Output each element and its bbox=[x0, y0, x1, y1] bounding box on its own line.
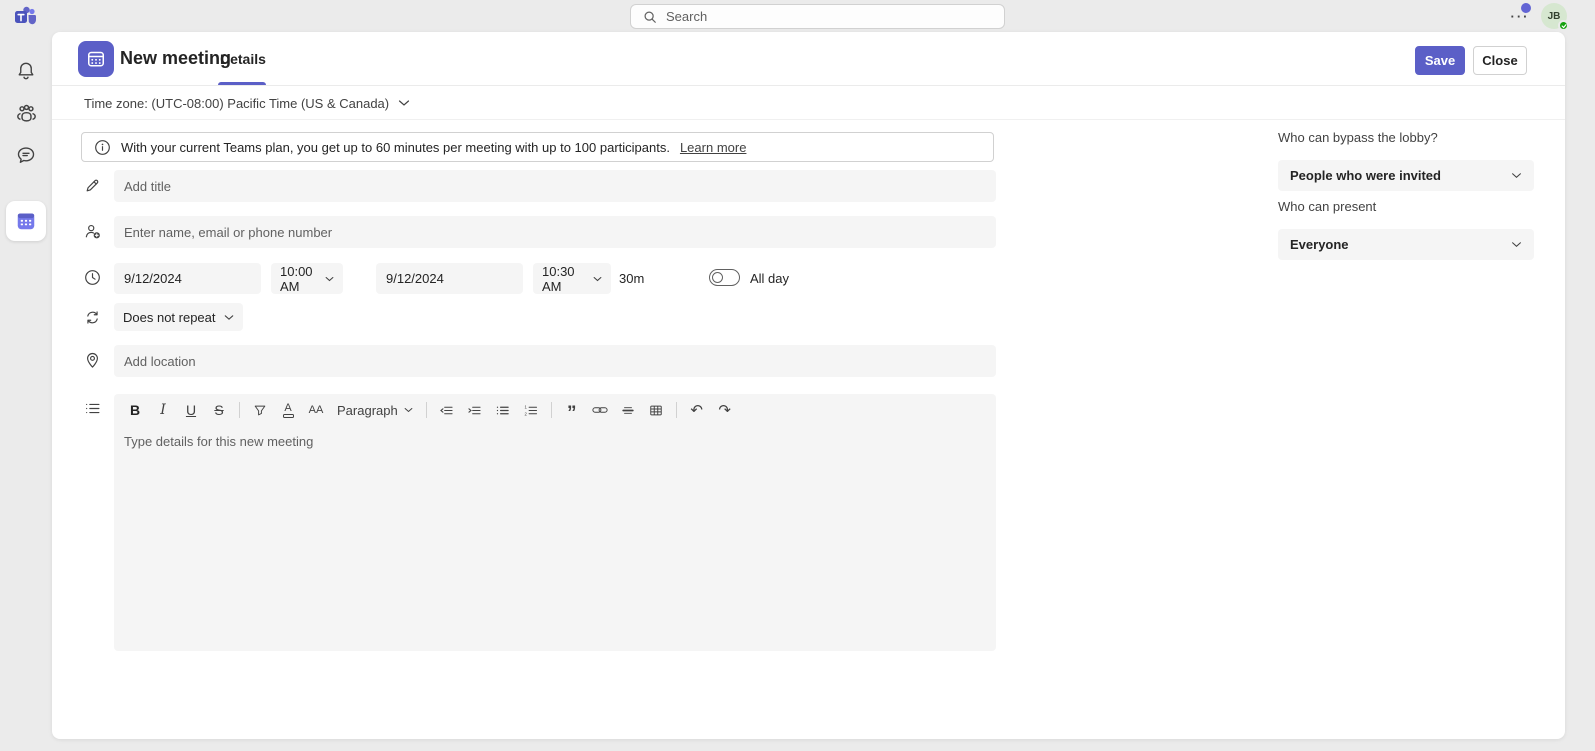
toolbar-divider bbox=[426, 402, 427, 418]
end-time-value: 10:30 AM bbox=[542, 264, 593, 294]
attendees-field[interactable] bbox=[114, 216, 996, 248]
end-date-input[interactable] bbox=[376, 263, 523, 294]
lobby-dropdown[interactable]: People who were invited bbox=[1278, 160, 1534, 191]
highlight-button[interactable] bbox=[247, 398, 273, 422]
info-icon bbox=[94, 139, 111, 156]
blockquote-button[interactable]: ” bbox=[559, 398, 585, 422]
font-size-button[interactable]: AA bbox=[303, 398, 329, 422]
learn-more-link[interactable]: Learn more bbox=[680, 140, 746, 155]
details-textarea[interactable]: Type details for this new meeting bbox=[114, 424, 996, 644]
avatar-initials: JB bbox=[1548, 11, 1561, 22]
table-button[interactable] bbox=[643, 398, 669, 422]
duration-label: 30m bbox=[619, 271, 644, 286]
calendar-icon bbox=[15, 210, 37, 232]
toolbar-divider bbox=[239, 402, 240, 418]
details-editor: B I U S A AA Paragraph bbox=[114, 394, 996, 651]
pencil-icon bbox=[84, 177, 102, 195]
location-input[interactable] bbox=[114, 345, 996, 377]
svg-text:1: 1 bbox=[525, 404, 528, 409]
location-pin-icon bbox=[84, 352, 102, 370]
meeting-header: New meeting Details Save Close bbox=[52, 32, 1565, 86]
person-add-icon bbox=[84, 223, 102, 241]
close-button[interactable]: Close bbox=[1473, 46, 1527, 75]
title-input[interactable] bbox=[114, 170, 996, 202]
italic-button[interactable]: I bbox=[150, 398, 176, 422]
rail-item-activity[interactable] bbox=[0, 50, 52, 92]
rail-item-community[interactable] bbox=[0, 92, 52, 134]
chevron-down-icon bbox=[1511, 172, 1522, 179]
timezone-selector[interactable]: Time zone: (UTC-08:00) Pacific Time (US … bbox=[52, 87, 1565, 120]
chevron-down-icon bbox=[1511, 241, 1522, 248]
start-date-input[interactable] bbox=[114, 263, 261, 294]
repeat-value: Does not repeat bbox=[123, 310, 216, 325]
svg-text:2: 2 bbox=[525, 411, 528, 416]
start-time-value: 10:00 AM bbox=[280, 264, 325, 294]
horizontal-rule-button[interactable] bbox=[615, 398, 641, 422]
paragraph-style-value: Paragraph bbox=[337, 403, 398, 418]
lobby-value: People who were invited bbox=[1290, 168, 1441, 183]
rail-item-chat[interactable] bbox=[0, 134, 52, 176]
redo-button[interactable]: ↷ bbox=[712, 398, 738, 422]
attendees-input[interactable] bbox=[114, 216, 996, 248]
plan-info-banner: With your current Teams plan, you get up… bbox=[81, 132, 994, 162]
avatar[interactable]: JB bbox=[1541, 3, 1567, 29]
undo-button[interactable]: ↶ bbox=[684, 398, 710, 422]
present-label: Who can present bbox=[1278, 199, 1376, 214]
search-icon bbox=[643, 10, 657, 24]
meeting-calendar-icon bbox=[78, 41, 114, 77]
all-day-label: All day bbox=[750, 271, 789, 286]
underline-button[interactable]: U bbox=[178, 398, 204, 422]
paragraph-style-dropdown[interactable]: Paragraph bbox=[331, 398, 419, 422]
toolbar-divider bbox=[551, 402, 552, 418]
present-value: Everyone bbox=[1290, 237, 1349, 252]
page-title: New meeting bbox=[120, 48, 231, 69]
repeat-icon bbox=[84, 309, 102, 327]
chat-bubble-icon bbox=[16, 145, 36, 165]
chevron-down-icon bbox=[398, 99, 410, 107]
start-time-dropdown[interactable]: 10:00 AM bbox=[271, 263, 343, 294]
font-color-letter: A bbox=[284, 403, 291, 414]
lobby-label: Who can bypass the lobby? bbox=[1278, 130, 1438, 145]
present-dropdown[interactable]: Everyone bbox=[1278, 229, 1534, 260]
clock-icon bbox=[84, 269, 102, 287]
all-day-toggle[interactable] bbox=[709, 269, 740, 286]
end-time-dropdown[interactable]: 10:30 AM bbox=[533, 263, 611, 294]
end-date-field[interactable] bbox=[376, 263, 523, 294]
bell-icon bbox=[16, 61, 36, 81]
bullet-list-button[interactable] bbox=[490, 398, 516, 422]
search-input[interactable]: Search bbox=[630, 4, 1005, 29]
timezone-label: Time zone: (UTC-08:00) Pacific Time (US … bbox=[84, 96, 389, 111]
presence-available-icon bbox=[1558, 20, 1569, 31]
strikethrough-button[interactable]: S bbox=[206, 398, 232, 422]
tab-details-underline bbox=[218, 82, 266, 85]
app-rail bbox=[0, 32, 52, 751]
repeat-dropdown[interactable]: Does not repeat bbox=[114, 303, 243, 331]
save-button[interactable]: Save bbox=[1415, 46, 1465, 75]
font-color-button[interactable]: A bbox=[275, 398, 301, 422]
more-options-icon[interactable]: ··· bbox=[1508, 6, 1532, 26]
people-community-icon bbox=[16, 103, 37, 124]
location-field[interactable] bbox=[114, 345, 996, 377]
toggle-knob bbox=[712, 272, 723, 283]
start-date-field[interactable] bbox=[114, 263, 261, 294]
new-meeting-panel: New meeting Details Save Close Time zone… bbox=[52, 32, 1565, 739]
chevron-down-icon bbox=[593, 276, 602, 282]
indent-button[interactable] bbox=[462, 398, 488, 422]
title-field[interactable] bbox=[114, 170, 996, 202]
search-placeholder: Search bbox=[666, 9, 707, 24]
teams-logo-icon bbox=[13, 6, 39, 26]
notes-icon bbox=[84, 400, 102, 418]
top-bar: Search ··· JB bbox=[0, 0, 1595, 32]
numbered-list-button[interactable]: 1 2 bbox=[518, 398, 544, 422]
bold-button[interactable]: B bbox=[122, 398, 148, 422]
chevron-down-icon bbox=[224, 314, 234, 321]
rail-item-calendar[interactable] bbox=[6, 201, 46, 241]
outdent-button[interactable] bbox=[434, 398, 460, 422]
plan-info-text: With your current Teams plan, you get up… bbox=[121, 140, 670, 155]
toolbar-divider bbox=[676, 402, 677, 418]
link-button[interactable] bbox=[587, 398, 613, 422]
chevron-down-icon bbox=[325, 276, 334, 282]
formatting-toolbar: B I U S A AA Paragraph bbox=[114, 394, 996, 424]
tab-details[interactable]: Details bbox=[220, 51, 266, 67]
